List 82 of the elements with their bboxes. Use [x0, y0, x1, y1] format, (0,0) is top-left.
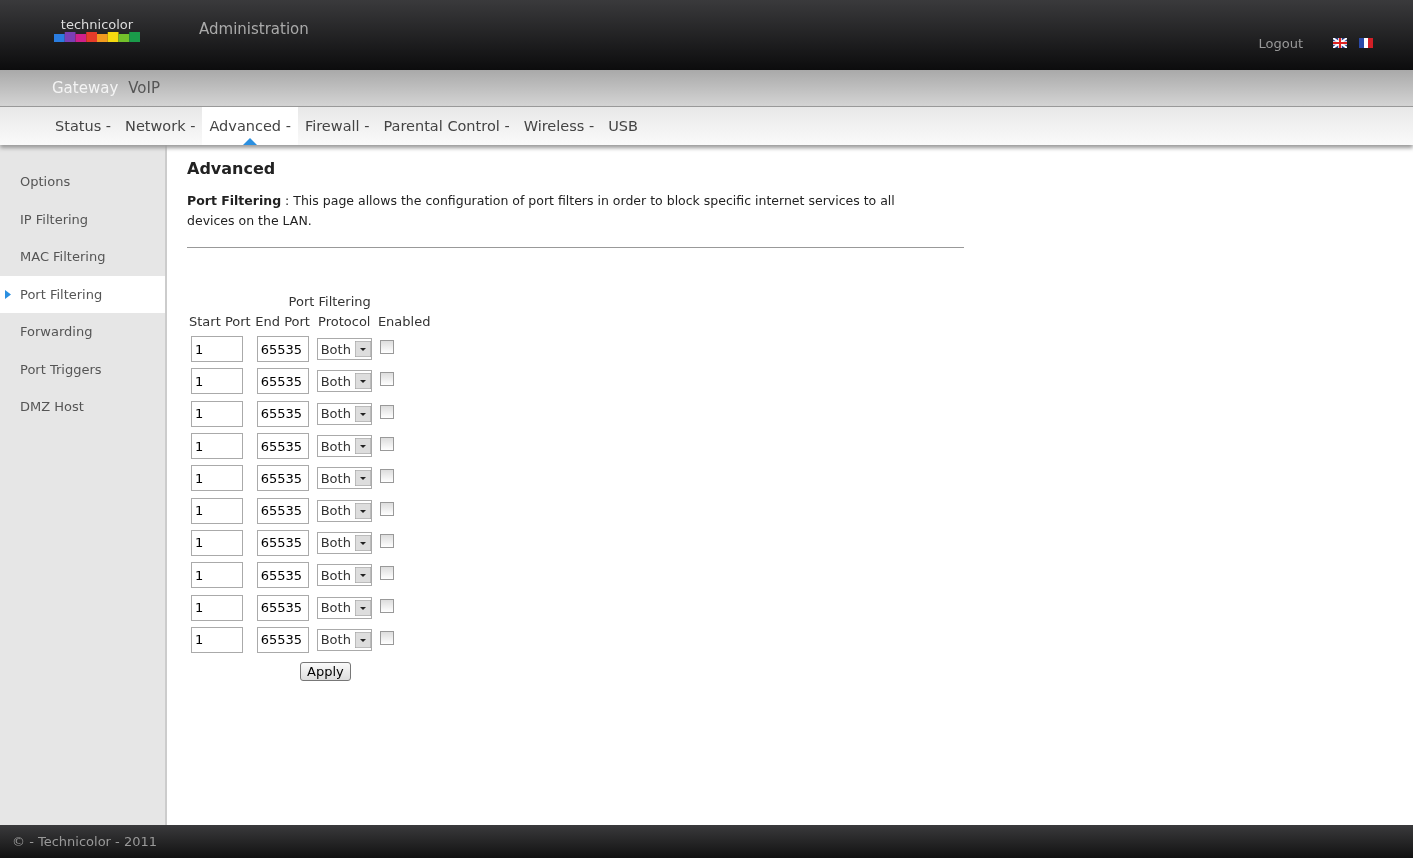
start-port-field[interactable]: 1	[191, 529, 243, 556]
caret-icon	[354, 438, 371, 455]
protocol-dropdown[interactable]: Both	[316, 370, 372, 393]
column-header: Protocol	[318, 313, 371, 329]
sidebar-item[interactable]: IP Filtering	[0, 200, 165, 238]
end-port-field[interactable]: 65535	[256, 465, 309, 492]
enabled-checkbox[interactable]	[379, 340, 394, 355]
protocol-dropdown[interactable]: Both	[316, 402, 372, 425]
enabled-checkbox[interactable]	[379, 566, 394, 581]
protocol-dropdown[interactable]: Both	[316, 499, 372, 522]
caret-icon	[354, 405, 371, 422]
protocol-dropdown[interactable]: Both	[316, 531, 372, 554]
sidebar-item[interactable]: MAC Filtering	[0, 238, 165, 276]
apply-button[interactable]: Apply	[300, 661, 351, 681]
start-port-field[interactable]: 1	[191, 368, 243, 395]
end-port-field[interactable]: 65535	[256, 497, 309, 524]
start-port-field[interactable]: 1	[191, 336, 243, 363]
sidebar-item[interactable]: Port Filtering	[0, 275, 165, 313]
protocol-dropdown[interactable]: Both	[316, 564, 372, 587]
end-port-field[interactable]: 65535	[256, 368, 309, 395]
sidebar-item[interactable]: Forwarding	[0, 313, 165, 351]
start-port-field[interactable]: 1	[191, 626, 243, 653]
caret-icon	[354, 373, 371, 390]
header-title: Administration	[199, 20, 309, 38]
end-port-field[interactable]: 65535	[256, 336, 309, 363]
pointer-triangle-icon	[243, 138, 258, 145]
protocol-dropdown[interactable]: Both	[316, 467, 372, 490]
uk-flag-icon[interactable]	[1333, 38, 1347, 48]
page-description: Port Filtering : This page allows the configuration of port filters in order to block specific internet services to all devices on the LAN.	[187, 192, 896, 230]
end-port-field[interactable]: 65535	[256, 594, 309, 621]
arrow-right-icon	[5, 289, 11, 299]
color-stripe-icon	[54, 31, 140, 42]
enabled-checkbox[interactable]	[379, 598, 394, 613]
start-port-field[interactable]: 1	[191, 400, 243, 427]
caret-icon	[354, 599, 371, 616]
column-header: Enabled	[377, 313, 431, 329]
column-header: End Port	[255, 313, 310, 329]
caret-icon	[354, 470, 371, 487]
table-title: Port Filtering	[287, 294, 372, 309]
sidebar-item[interactable]: Options	[0, 163, 165, 201]
start-port-field[interactable]: 1	[191, 433, 243, 460]
caret-icon	[354, 341, 371, 358]
france-flag-icon[interactable]	[1359, 38, 1373, 48]
sub-tab[interactable]: Parental Control -	[376, 107, 517, 145]
enabled-checkbox[interactable]	[379, 437, 394, 452]
enabled-checkbox[interactable]	[379, 630, 394, 645]
enabled-checkbox[interactable]	[379, 372, 394, 387]
end-port-field[interactable]: 65535	[256, 562, 309, 589]
enabled-checkbox[interactable]	[379, 501, 394, 516]
sub-tab[interactable]: USB	[601, 107, 645, 145]
sub-tab[interactable]: Wireless -	[516, 107, 602, 145]
main-tab[interactable]: VoIP	[128, 79, 160, 97]
protocol-dropdown[interactable]: Both	[316, 435, 372, 458]
protocol-dropdown[interactable]: Both	[316, 338, 372, 361]
start-port-field[interactable]: 1	[191, 594, 243, 621]
sub-tab[interactable]: Firewall -	[297, 107, 377, 145]
sub-tab[interactable]: Advanced -	[202, 107, 298, 145]
logout-link[interactable]: Logout	[1258, 35, 1303, 51]
end-port-field[interactable]: 65535	[256, 400, 309, 427]
end-port-field[interactable]: 65535	[256, 529, 309, 556]
sidebar-item[interactable]: DMZ Host	[0, 388, 165, 426]
caret-icon	[354, 534, 371, 551]
protocol-dropdown[interactable]: Both	[316, 628, 372, 651]
sub-tab[interactable]: Network -	[118, 107, 203, 145]
protocol-dropdown[interactable]: Both	[316, 596, 372, 619]
caret-icon	[354, 631, 371, 648]
enabled-checkbox[interactable]	[379, 533, 394, 548]
caret-icon	[354, 567, 371, 584]
page-title: Advanced	[187, 159, 277, 178]
caret-icon	[354, 502, 371, 519]
logo-text: technicolor	[60, 16, 134, 32]
column-header: Start Port	[189, 313, 251, 329]
footer-text: © - Technicolor - 2011	[12, 834, 157, 849]
end-port-field[interactable]: 65535	[256, 626, 309, 653]
end-port-field[interactable]: 65535	[256, 433, 309, 460]
sub-tab[interactable]: Status -	[48, 107, 119, 145]
start-port-field[interactable]: 1	[191, 497, 243, 524]
sidebar-item[interactable]: Port Triggers	[0, 350, 165, 388]
start-port-field[interactable]: 1	[191, 562, 243, 589]
enabled-checkbox[interactable]	[379, 469, 394, 484]
start-port-field[interactable]: 1	[191, 465, 243, 492]
enabled-checkbox[interactable]	[379, 404, 394, 419]
